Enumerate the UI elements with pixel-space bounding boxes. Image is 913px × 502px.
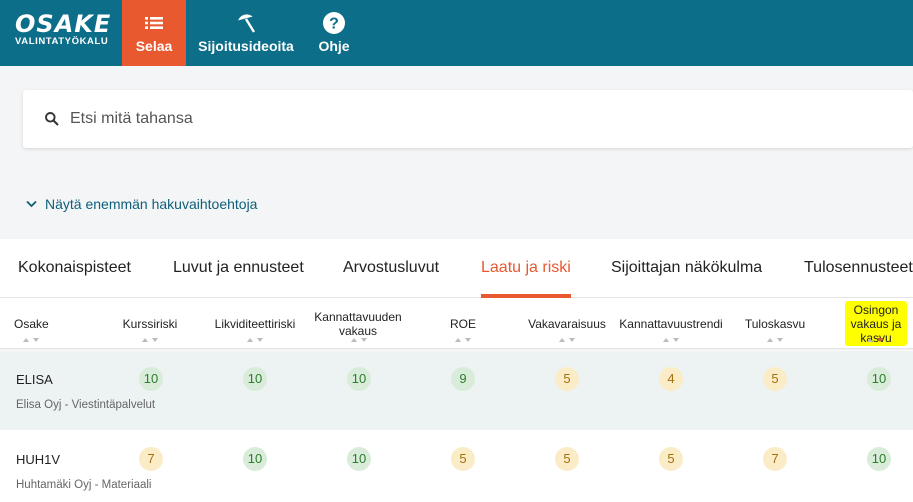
column-header-kannattavuuden-line2: vakaus [338,324,378,338]
row-ticker[interactable]: ELISA [16,372,53,387]
header-divider [0,348,913,351]
column-header-kannattavuuden-vakaus[interactable]: Kannattavuuden vakaus [308,310,408,338]
table-row[interactable]: HUH1V Huhtamäki Oyj - Materiaali 7 10 10… [0,430,913,502]
search-card [23,90,913,148]
score-roe: 9 [451,367,475,391]
svg-text:?: ? [329,16,339,33]
active-tab-indicator [481,294,571,298]
logo-sub: VALINTATYÖKALU [15,36,109,47]
nav-label-ohje: Ohje [318,38,350,54]
sort-arrows-icon[interactable] [766,337,784,343]
score-likviditeettiriski: 10 [243,367,267,391]
list-icon [145,17,163,29]
beach-umbrella-icon [237,14,256,33]
column-header-osingon-line2: vakaus ja [850,317,902,331]
score-osingon-vakaus-ja-kasvu: 10 [867,447,891,471]
score-roe: 5 [451,447,475,471]
score-kannattavuuden-vakaus: 10 [347,447,371,471]
tab-kokonaispisteet[interactable]: Kokonaispisteet [18,259,131,277]
help-icon: ? [323,12,345,34]
tab-laatu-ja-riski[interactable]: Laatu ja riski [481,259,571,277]
more-options-label: Näytä enemmän hakuvaihtoehtoja [45,196,258,212]
column-header-kannattavuuden-line1: Kannattavuuden [314,310,402,324]
tab-bar: Kokonaispisteet Luvut ja ennusteet Arvos… [0,239,913,298]
table-row[interactable]: ELISA Elisa Oyj - Viestintäpalvelut 10 1… [0,351,913,430]
column-header-osake[interactable]: Osake [14,317,49,331]
sort-arrows-icon[interactable] [22,337,40,343]
nav-label-selaa: Selaa [135,38,173,54]
score-vakavaraisuus: 5 [555,367,579,391]
nav-item-ohje[interactable]: ? Ohje [306,0,362,66]
score-kannattavuustrendi: 4 [659,367,683,391]
sort-arrows-icon[interactable] [141,337,159,343]
sort-arrows-icon[interactable] [558,337,576,343]
sort-arrows-icon[interactable] [662,337,680,343]
tab-sijoittajan-nakokulma[interactable]: Sijoittajan näkökulma [611,259,762,277]
column-header-kurssiriski[interactable]: Kurssiriski [110,317,190,331]
score-osingon-vakaus-ja-kasvu: 10 [867,367,891,391]
nav-item-sijoitusideoita[interactable]: Sijoitusideoita [194,0,298,66]
top-navigation-bar: OSAKE VALINTATYÖKALU Selaa Sijoitusideoi… [0,0,913,66]
score-kurssiriski: 10 [139,367,163,391]
nav-item-selaa[interactable]: Selaa [122,0,186,66]
score-tuloskasvu: 5 [763,367,787,391]
sort-arrows-icon[interactable] [454,337,472,343]
row-company: Elisa Oyj - Viestintäpalvelut [16,399,156,411]
column-header-osingon-line1: Osingon [853,303,899,317]
row-ticker[interactable]: HUH1V [16,452,60,467]
tab-luvut-ja-ennusteet[interactable]: Luvut ja ennusteet [173,259,304,277]
score-kannattavuustrendi: 5 [659,447,683,471]
logo-main: OSAKE [15,10,112,38]
column-header-vakavaraisuus[interactable]: Vakavaraisuus [517,317,617,331]
nav-label-sijoitusideoita: Sijoitusideoita [198,38,294,54]
column-header-roe[interactable]: ROE [433,317,493,331]
sort-arrows-icon[interactable] [246,337,264,343]
sort-arrows-icon[interactable] [350,337,368,343]
score-kurssiriski: 7 [139,447,163,471]
search-icon [45,112,59,126]
column-header-likviditeettiriski[interactable]: Likviditeettiriski [205,317,305,331]
sort-arrows-icon[interactable] [866,337,884,343]
score-tuloskasvu: 7 [763,447,787,471]
logo[interactable]: OSAKE VALINTATYÖKALU [15,12,111,47]
row-company: Huhtamäki Oyj - Materiaali [16,479,152,491]
score-kannattavuuden-vakaus: 10 [347,367,371,391]
score-likviditeettiriski: 10 [243,447,267,471]
column-header-tuloskasvu[interactable]: Tuloskasvu [735,317,815,331]
score-vakavaraisuus: 5 [555,447,579,471]
more-search-options-toggle[interactable]: Näytä enemmän hakuvaihtoehtoja [26,196,257,212]
chevron-down-icon [26,200,37,208]
tab-tulosennusteet[interactable]: Tulosennusteet [804,259,913,277]
search-input[interactable] [70,102,870,136]
column-header-kannattavuustrendi[interactable]: Kannattavuustrendi [613,317,729,331]
tab-arvostusluvut[interactable]: Arvostusluvut [343,259,439,277]
